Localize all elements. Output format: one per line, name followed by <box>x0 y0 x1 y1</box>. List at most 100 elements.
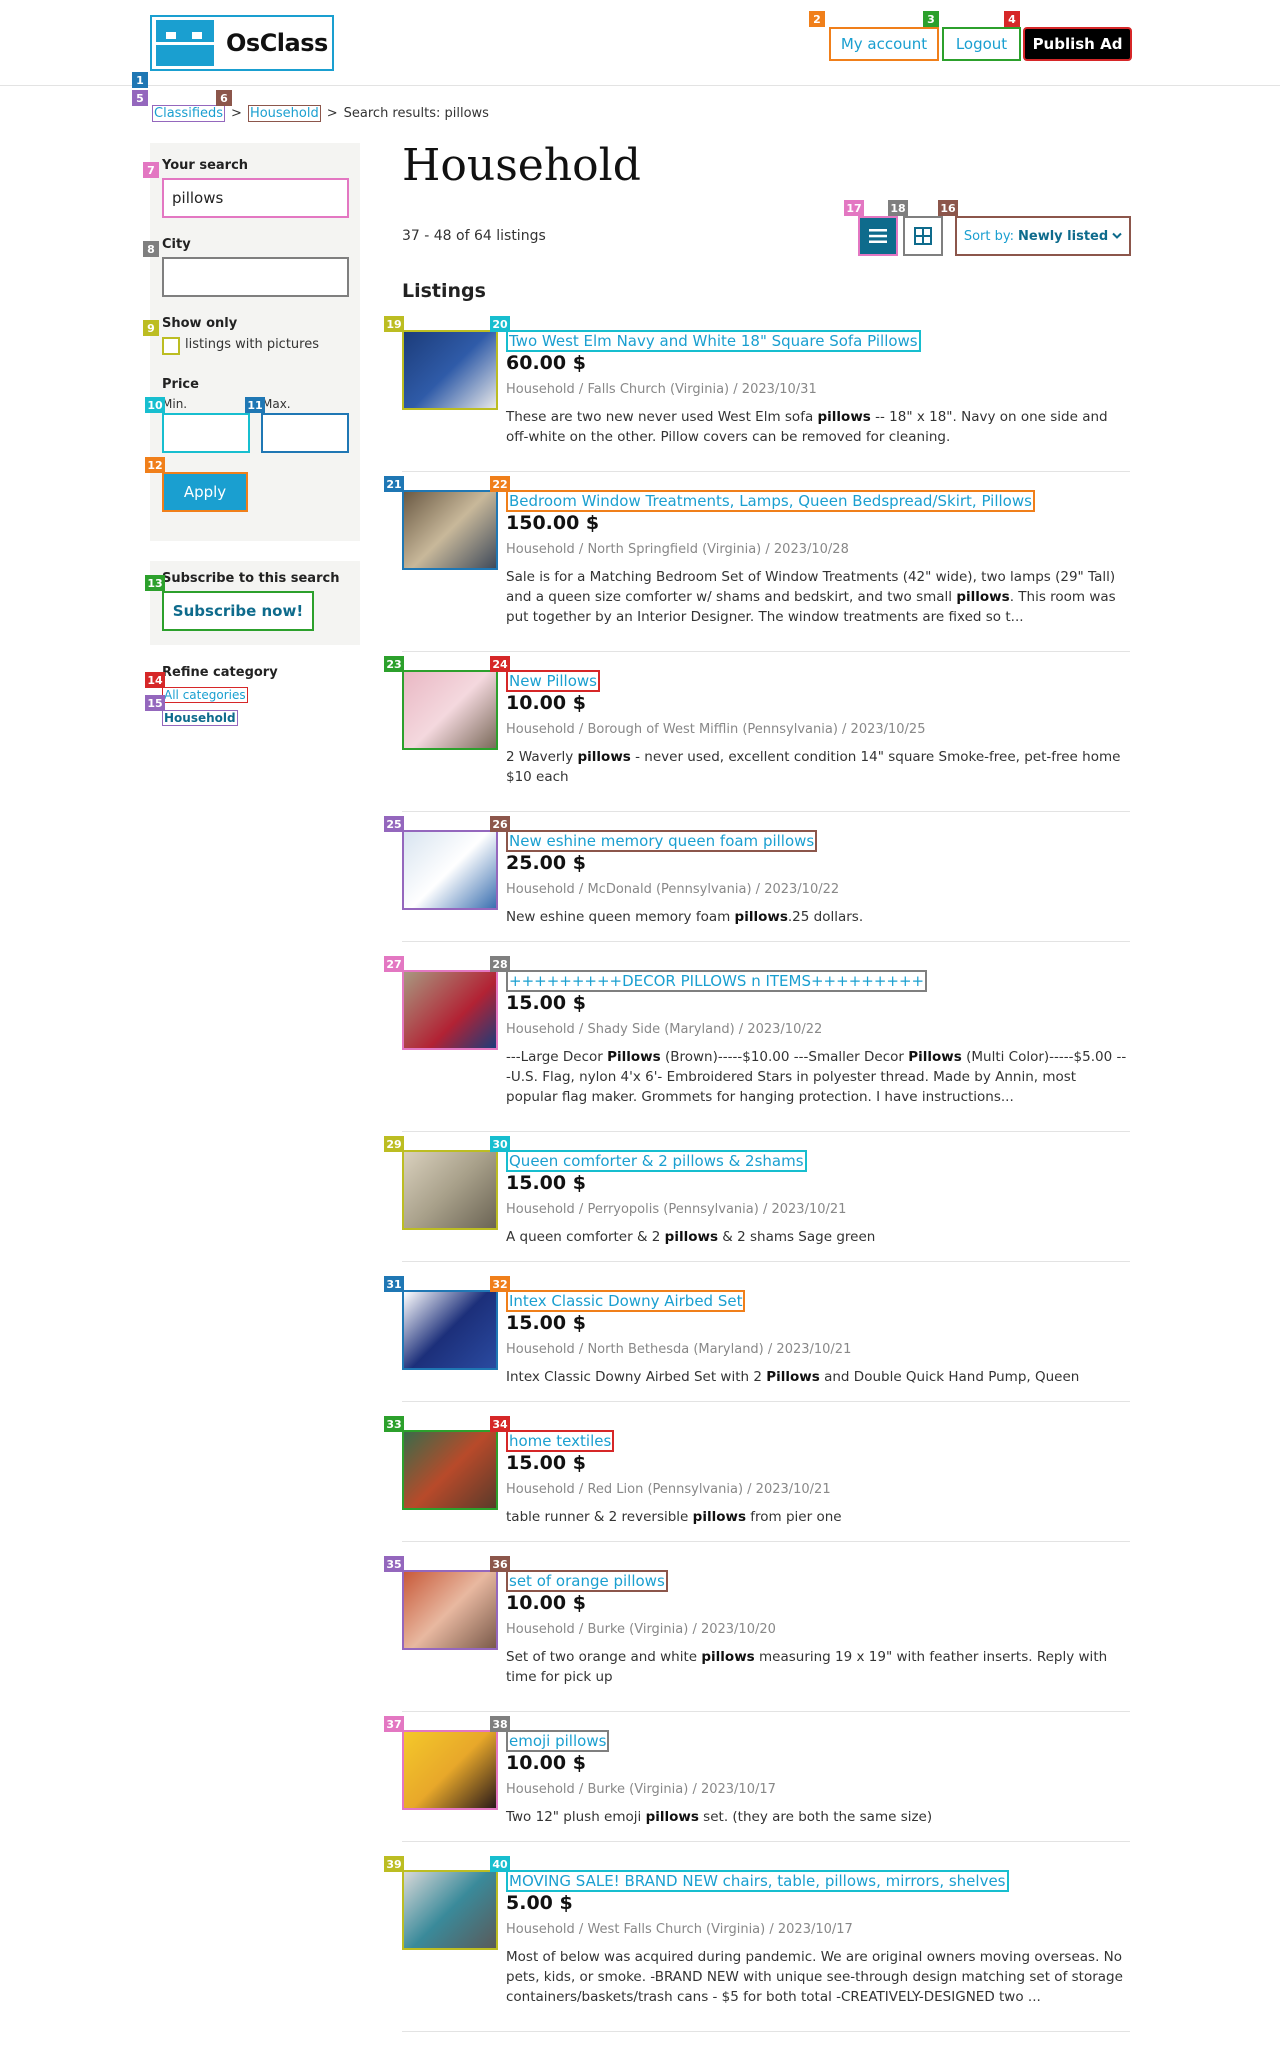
listing-price: 15.00 $ <box>506 1452 586 1474</box>
annotation-badge: 3 <box>923 11 939 27</box>
annotation-badge: 15 <box>145 695 165 711</box>
listing-category: Household <box>506 1482 575 1497</box>
search-input[interactable]: pillows <box>162 178 349 218</box>
annotation-badge: 13 <box>145 575 165 591</box>
listing-date: 2023/10/17 <box>700 1782 776 1797</box>
max-price-input[interactable] <box>261 413 349 453</box>
min-price-input[interactable] <box>162 413 250 453</box>
breadcrumb-classifieds-link[interactable]: Classifieds <box>152 105 226 122</box>
listing-title-link[interactable]: set of orange pillows <box>506 1570 668 1592</box>
logout-button[interactable]: Logout <box>942 27 1021 61</box>
listing-thumbnail[interactable] <box>402 1870 498 1950</box>
listing-location: Borough of West Mifflin (Pennsylvania) <box>587 722 838 737</box>
listing-category: Household <box>506 1922 575 1937</box>
listing-category: Household <box>506 1622 575 1637</box>
listing-title-link[interactable]: Intex Classic Downy Airbed Set <box>506 1290 746 1312</box>
listing-date: 2023/10/21 <box>755 1482 831 1497</box>
listing-thumbnail[interactable] <box>402 970 498 1050</box>
household-category-link[interactable]: Household <box>162 710 238 726</box>
annotation-badge: 35 <box>384 1556 404 1572</box>
listing-price: 10.00 $ <box>506 1592 586 1614</box>
listing-thumbnail[interactable] <box>402 1730 498 1810</box>
annotation-badge: 7 <box>143 162 159 178</box>
listing-description: New eshine queen memory foam pillows.25 … <box>506 909 864 925</box>
listing-date: 2023/10/22 <box>747 1022 823 1037</box>
listings-heading: Listings <box>402 280 486 302</box>
listing-title-link[interactable]: New Pillows <box>506 670 600 692</box>
listing-description: These are two new never used West Elm so… <box>506 409 1108 445</box>
annotation-badge: 40 <box>490 1856 510 1872</box>
listing-date: 2023/10/31 <box>741 382 817 397</box>
listing-title-link[interactable]: +++++++++DECOR PILLOWS n ITEMS+++++++++ <box>506 970 928 992</box>
listing-title-link[interactable]: Bedroom Window Treatments, Lamps, Queen … <box>506 490 1035 512</box>
listing-category: Household <box>506 542 575 557</box>
annotation-badge: 16 <box>938 200 958 216</box>
listing-title-link[interactable]: New eshine memory queen foam pillows <box>506 830 818 852</box>
listing-thumbnail[interactable] <box>402 1150 498 1230</box>
listing-price: 15.00 $ <box>506 992 586 1014</box>
listing-date: 2023/10/22 <box>764 882 840 897</box>
listing-meta: Household / North Springfield (Virginia)… <box>506 542 849 557</box>
listing-meta: Household / Red Lion (Pennsylvania) / 20… <box>506 1482 831 1497</box>
listing-title-link[interactable]: Queen comforter & 2 pillows & 2shams <box>506 1150 807 1172</box>
annotation-badge: 1 <box>132 72 148 88</box>
listing-price: 15.00 $ <box>506 1172 586 1194</box>
annotation-badge: 10 <box>145 397 165 413</box>
listing-category: Household <box>506 1022 575 1037</box>
listing-thumbnail[interactable] <box>402 1290 498 1370</box>
listing-thumbnail[interactable] <box>402 1570 498 1650</box>
listing-title-link[interactable]: MOVING SALE! BRAND NEW chairs, table, pi… <box>506 1870 1009 1892</box>
listing-location: West Falls Church (Virginia) <box>587 1922 766 1937</box>
osclass-logo[interactable]: OsClass <box>150 15 334 71</box>
listing-description: Intex Classic Downy Airbed Set with 2 Pi… <box>506 1369 1080 1385</box>
listing-thumbnail[interactable] <box>402 490 498 570</box>
listing-item: MOVING SALE! BRAND NEW chairs, table, pi… <box>402 1870 1130 2032</box>
all-categories-link[interactable]: All categories <box>162 687 248 703</box>
annotation-badge: 18 <box>888 200 908 216</box>
listing-item: New eshine memory queen foam pillows 25.0… <box>402 830 1130 942</box>
listing-thumbnail[interactable] <box>402 830 498 910</box>
listing-description: ---Large Decor Pillows (Brown)-----$10.0… <box>506 1049 1127 1105</box>
listing-date: 2023/10/17 <box>777 1922 853 1937</box>
listing-title-link[interactable]: Two West Elm Navy and White 18" Square S… <box>506 330 921 352</box>
listing-item: New Pillows 10.00 $ Household / Borough of… <box>402 670 1130 812</box>
listing-thumbnail[interactable] <box>402 330 498 410</box>
listing-price: 60.00 $ <box>506 352 586 374</box>
listing-location: Shady Side (Maryland) <box>587 1022 735 1037</box>
listing-meta: Household / Burke (Virginia) / 2023/10/2… <box>506 1622 776 1637</box>
listing-description: Two 12" plush emoji pillows set. (they a… <box>506 1809 933 1825</box>
listing-description: 2 Waverly pillows - never used, excellen… <box>506 749 1121 785</box>
listing-thumbnail[interactable] <box>402 670 498 750</box>
grid-view-button[interactable] <box>903 216 943 256</box>
listing-price: 10.00 $ <box>506 1752 586 1774</box>
listing-title-link[interactable]: emoji pillows <box>506 1730 610 1752</box>
sort-prefix: Sort by: <box>963 228 1014 244</box>
my-account-button[interactable]: My account <box>829 27 939 61</box>
grid-view-icon <box>914 227 932 245</box>
list-view-button[interactable] <box>858 216 898 256</box>
subscribe-button[interactable]: Subscribe now! <box>162 591 314 631</box>
listing-meta: Household / West Falls Church (Virginia)… <box>506 1922 853 1937</box>
chevron-down-icon <box>1112 232 1122 239</box>
annotation-badge: 39 <box>384 1856 404 1872</box>
breadcrumb-household-link[interactable]: Household <box>247 105 321 122</box>
listing-description: Set of two orange and white pillows meas… <box>506 1649 1108 1685</box>
city-input[interactable] <box>162 257 349 297</box>
your-search-label: Your search <box>162 158 249 173</box>
annotation-badge: 28 <box>490 956 510 972</box>
listing-title-link[interactable]: home textiles <box>506 1430 615 1452</box>
publish-ad-button[interactable]: Publish Ad <box>1023 27 1132 61</box>
annotation-badge: 17 <box>844 200 864 216</box>
listing-count: 37 - 48 of 64 listings <box>402 228 546 244</box>
listing-category: Household <box>506 882 575 897</box>
listing-item: Queen comforter & 2 pillows & 2shams 15.0… <box>402 1150 1130 1262</box>
listing-location: Red Lion (Pennsylvania) <box>587 1482 744 1497</box>
sort-dropdown[interactable]: Sort by: Newly listed <box>955 216 1131 256</box>
annotation-badge: 31 <box>384 1276 404 1292</box>
apply-button[interactable]: Apply <box>162 472 248 512</box>
listing-meta: Household / McDonald (Pennsylvania) / 20… <box>506 882 840 897</box>
breadcrumb-separator: > <box>231 106 242 121</box>
listing-thumbnail[interactable] <box>402 1430 498 1510</box>
pictures-only-checkbox[interactable] <box>162 337 180 355</box>
annotation-badge: 20 <box>490 316 510 332</box>
